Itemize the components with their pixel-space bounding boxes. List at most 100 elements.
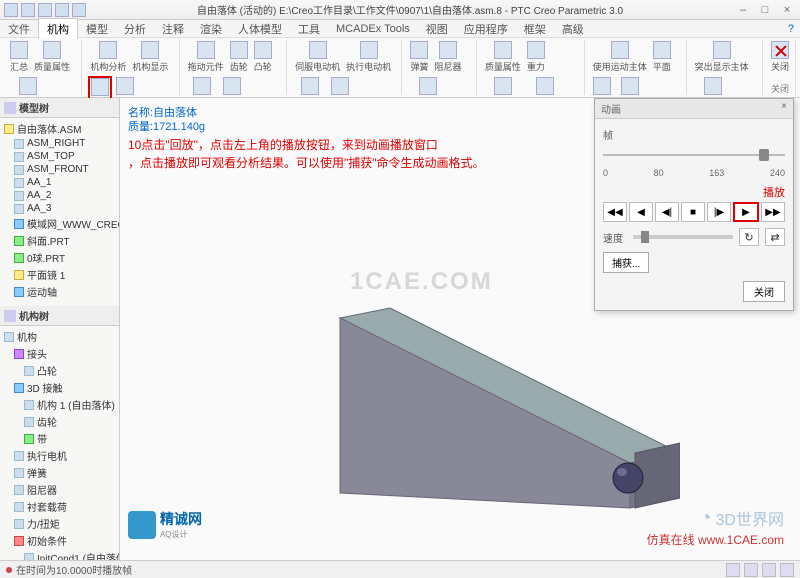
playback-stop-button[interactable]: ■ [681,202,705,222]
tree-item[interactable]: InitCond1 (自由落体) [2,549,117,560]
tree-item[interactable]: 接头 [2,345,117,362]
menu-tab-11[interactable]: 框架 [516,19,554,39]
menu-tab-3[interactable]: 分析 [116,19,154,39]
status-icon[interactable] [780,563,794,577]
tree-item[interactable]: 齿轮 [2,413,117,430]
model-tree-header[interactable]: 模型树 [0,98,119,118]
ribbon-mp-button[interactable]: 质量属性 [483,40,523,74]
minimize-button[interactable]: – [734,4,752,16]
ribbon-mech-button[interactable]: 机构分析 [88,40,128,74]
ribbon-label: 执行电动机 [346,60,391,73]
panel-close-icon[interactable]: × [781,101,787,116]
menu-tab-9[interactable]: 视图 [418,19,456,39]
ribbon-disp-button[interactable]: 机构显示 [130,40,170,74]
ribbon-drag-button[interactable]: 拖动元件 [186,40,226,74]
ribbon-close-button[interactable]: 关闭 [769,40,791,74]
ribbon-motor-button[interactable]: 执行电动机 [344,40,393,74]
status-icon[interactable] [726,563,740,577]
tree-item[interactable]: 平面镜 1 [2,266,117,283]
speed-slider[interactable] [633,235,733,239]
capture-button[interactable]: 捕获... [603,252,649,273]
mech-tree-header[interactable]: 机构树 [0,306,119,326]
ribbon-mb-button[interactable]: 使用运动主体 [591,40,649,74]
tree-item[interactable]: ASM_FRONT [2,163,117,176]
tree-item[interactable]: 执行电机 [2,447,117,464]
tree-item[interactable]: AA_3 [2,202,117,215]
maximize-button[interactable]: □ [756,4,774,16]
menu-tab-7[interactable]: 工具 [290,19,328,39]
tree-item-label: 平面镜 1 [27,267,65,282]
meas-icon [116,77,134,95]
ribbon-gear-button[interactable]: 齿轮 [228,40,250,74]
menu-tab-4[interactable]: 注释 [154,19,192,39]
menu-tab-12[interactable]: 高级 [554,19,592,39]
tree-item[interactable]: ASM_TOP [2,150,117,163]
tree-item[interactable]: 初始条件 [2,532,117,549]
menu-tab-1[interactable]: 机构 [38,18,78,39]
loop-button[interactable]: ↻ [739,228,759,246]
tree-item[interactable]: 机构 [2,328,117,345]
qa-icon[interactable] [21,3,35,17]
bounce-button[interactable]: ⇄ [765,228,785,246]
ribbon-servo-button[interactable]: 伺服电动机 [293,40,342,74]
tree-item[interactable]: 3D 接触 [2,379,117,396]
tree-item[interactable]: ASM_RIGHT [2,137,117,150]
tree-item-icon [14,349,24,359]
ribbon-hl-button[interactable]: 突出显示主体 [693,40,751,74]
canvas[interactable]: 名称:自由落体 质量:1721.140g 10点击"回放"，点击左上角的播放按钮… [120,98,800,560]
tree-item[interactable]: 0球.PRT [2,249,117,266]
tree-item[interactable]: 弹簧 [2,464,117,481]
ribbon-cam-button[interactable]: 凸轮 [252,40,274,74]
close-panel-button[interactable]: 关闭 [743,281,785,302]
playback-rewind-button[interactable]: ◀◀ [603,202,627,222]
playback-stepback-button[interactable]: ◀| [655,202,679,222]
group-label: 关闭 [769,82,791,95]
playback-title[interactable]: 动画 × [595,99,793,119]
menu-tab-8[interactable]: MCADEx Tools [328,21,418,37]
help-icon[interactable]: ? [782,23,800,35]
qa-icon[interactable] [55,3,69,17]
tree-item[interactable]: 衬套载荷 [2,498,117,515]
hl-icon [713,41,731,59]
ribbon-damp-button[interactable]: 阻尼器 [432,40,463,74]
tree-item[interactable]: AA_2 [2,189,117,202]
menu-tab-0[interactable]: 文件 [0,19,38,39]
close-window-button[interactable]: × [778,4,796,16]
playback-play-button[interactable]: ▶ [733,202,759,222]
tree-item[interactable]: 斜面.PRT [2,232,117,249]
window-title: 自由落体 (活动的) E:\Creo工作目录\工作文件\0907\1\自由落体.… [86,2,734,17]
qa-icon[interactable] [4,3,18,17]
tree-item-icon [14,191,24,201]
playback-prev-button[interactable]: ◀ [629,202,653,222]
tree-item[interactable]: AA_1 [2,176,117,189]
tree-item[interactable]: 运动轴 [2,283,117,300]
tree-item[interactable]: 凸轮 [2,362,117,379]
menu-tab-5[interactable]: 渲染 [192,19,230,39]
tree-item[interactable]: 模域网_WWW_CREOUG_COM [2,215,117,232]
tree-item[interactable]: 阻尼器 [2,481,117,498]
mass-icon [43,41,61,59]
ribbon-spring-button[interactable]: 弹簧 [408,40,430,74]
status-icon[interactable] [744,563,758,577]
menu-tab-10[interactable]: 应用程序 [456,19,516,39]
ribbon-summary-button[interactable]: 汇总 [8,40,30,74]
ribbon-plane-button[interactable]: 平面 [651,40,673,74]
menu-tab-6[interactable]: 人体模型 [230,19,290,39]
model-3d[interactable] [300,298,680,528]
menu-tab-2[interactable]: 模型 [78,19,116,39]
ribbon-mass-button[interactable]: 质量属性 [32,40,72,74]
playback-stepfwd-button[interactable]: |▶ [707,202,731,222]
tree-item-icon [4,332,14,342]
playback-ffwd-button[interactable]: ▶▶ [761,202,785,222]
ribbon-grav-button[interactable]: 重力 [525,40,547,74]
tree-item[interactable]: 力/扭矩 [2,515,117,532]
belt-icon [223,77,241,95]
status-icon[interactable] [762,563,776,577]
logo: 精诚网 AQ设计 [128,509,202,540]
tree-item[interactable]: 自由落体.ASM [2,120,117,137]
qa-icon[interactable] [72,3,86,17]
tree-item[interactable]: 带 [2,430,117,447]
frame-slider[interactable] [603,146,785,164]
qa-icon[interactable] [38,3,52,17]
tree-item[interactable]: 机构 1 (自由落体) [2,396,117,413]
